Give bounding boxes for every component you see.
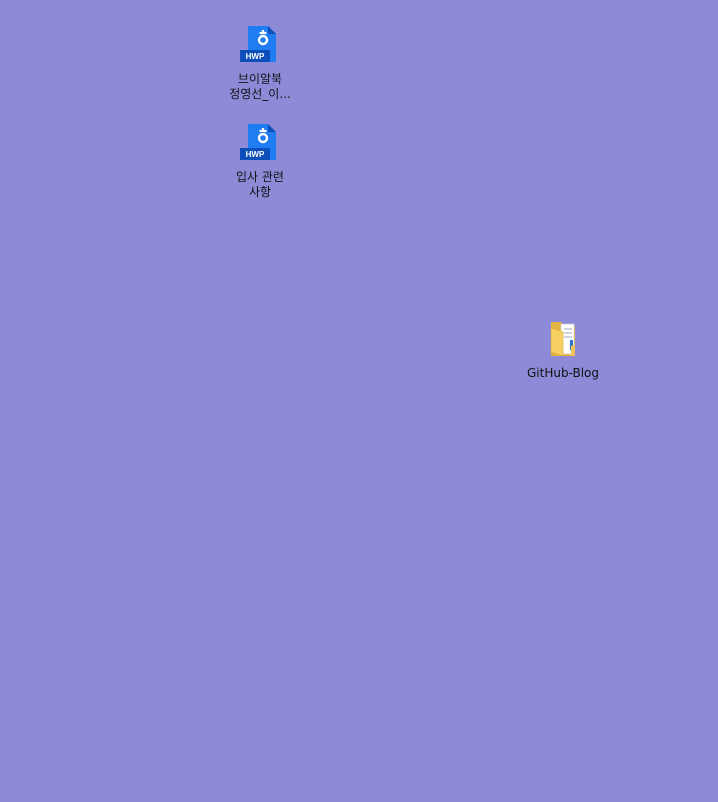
- hwp-badge-text: HWP: [246, 150, 265, 159]
- hwp-document-icon: HWP: [236, 20, 284, 68]
- hwp-document-icon: HWP: [236, 118, 284, 166]
- desktop-icon-label: 브이알북 정영선_이...: [222, 72, 298, 102]
- hwp-badge-text: HWP: [246, 52, 265, 61]
- desktop[interactable]: HWP 브이알북 정영선_이... HWP 입사 관련 사항 GitHub-Bl…: [0, 0, 718, 802]
- label-line-1: 입사 관련: [236, 170, 284, 184]
- desktop-icon-vrbook-file[interactable]: HWP 브이알북 정영선_이...: [222, 20, 298, 102]
- folder-icon: [539, 314, 587, 362]
- label-line-2: 정영선_이...: [229, 87, 291, 101]
- label-line-2: 사항: [248, 185, 272, 199]
- desktop-icon-github-blog-folder[interactable]: GitHub-Blog: [525, 314, 601, 381]
- desktop-icon-onboarding-file[interactable]: HWP 입사 관련 사항: [222, 118, 298, 200]
- label-line-1: 브이알북: [237, 72, 283, 86]
- desktop-icon-label: GitHub-Blog: [525, 366, 601, 381]
- label-line-1: GitHub-Blog: [526, 366, 599, 380]
- desktop-icon-label: 입사 관련 사항: [222, 170, 298, 200]
